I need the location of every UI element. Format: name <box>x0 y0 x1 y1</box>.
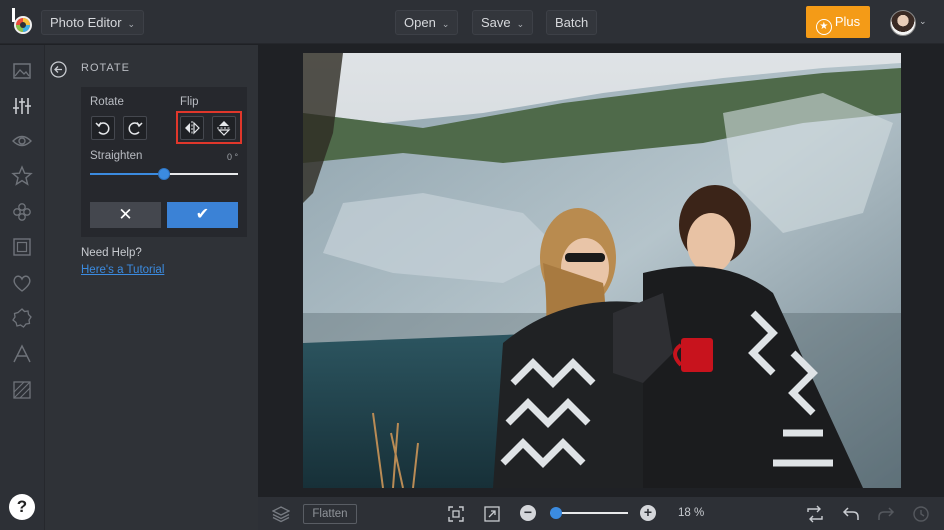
text-icon[interactable] <box>11 343 33 365</box>
tool-rail <box>0 45 45 530</box>
open-label: Open <box>404 15 436 30</box>
sliders-icon[interactable] <box>11 95 33 117</box>
history-icon[interactable] <box>912 505 930 523</box>
batch-button[interactable]: Batch <box>546 10 598 35</box>
befunky-logo-icon[interactable] <box>10 8 36 36</box>
zoom-slider-knob[interactable] <box>550 507 562 519</box>
cancel-button[interactable]: ✕ <box>90 202 161 228</box>
back-arrow-icon[interactable] <box>50 61 67 78</box>
texture-icon[interactable] <box>11 379 33 401</box>
eye-icon[interactable] <box>11 130 33 152</box>
photo-image[interactable] <box>303 53 901 488</box>
straighten-slider-knob[interactable] <box>158 168 170 180</box>
photo-editor-app: Photo Editor ⌄ Open ⌄ Save ⌄ Batch ★ Plus ⌄ <box>0 0 944 530</box>
batch-label: Batch <box>555 15 589 30</box>
plus-label: Plus <box>834 14 861 29</box>
flower-icon[interactable] <box>11 201 33 223</box>
image-icon[interactable] <box>11 60 33 82</box>
rotate-label: Rotate <box>90 96 124 108</box>
app-switcher-label: Photo Editor <box>50 15 122 30</box>
chevron-down-icon[interactable]: ⌄ <box>919 16 927 27</box>
zoom-level: 18 % <box>678 507 705 519</box>
save-label: Save <box>481 15 511 30</box>
chevron-down-icon: ⌄ <box>127 19 136 29</box>
star-icon[interactable] <box>11 165 33 187</box>
chevron-down-icon: ⌄ <box>441 19 450 29</box>
undo-icon[interactable] <box>842 505 860 523</box>
heart-icon[interactable] <box>11 272 33 294</box>
expand-icon[interactable] <box>483 505 501 523</box>
app-switcher-dropdown[interactable]: Photo Editor ⌄ <box>41 10 145 35</box>
star-icon: ★ <box>815 19 832 35</box>
rotate-right-button[interactable] <box>123 116 147 140</box>
flip-label: Flip <box>180 96 199 108</box>
zoom-out-button[interactable]: − <box>520 505 536 521</box>
panel-title: ROTATE <box>81 62 130 74</box>
frame-icon[interactable] <box>11 236 33 258</box>
layers-icon[interactable] <box>271 505 291 523</box>
plus-upgrade-button[interactable]: ★ Plus <box>806 6 870 38</box>
zoom-in-button[interactable]: + <box>640 505 656 521</box>
badge-icon[interactable] <box>11 307 33 329</box>
top-bar: Photo Editor ⌄ Open ⌄ Save ⌄ Batch ★ Plus ⌄ <box>0 0 944 44</box>
need-help-text: Need Help? <box>81 247 142 259</box>
straighten-slider-fill <box>90 173 164 175</box>
rotate-left-button[interactable] <box>91 116 115 140</box>
straighten-value: 0 ° <box>227 152 239 162</box>
avatar[interactable] <box>890 10 916 36</box>
help-button[interactable]: ? <box>9 494 35 520</box>
straighten-label: Straighten <box>90 150 143 162</box>
flip-buttons-highlight <box>176 111 242 144</box>
open-dropdown[interactable]: Open ⌄ <box>395 10 459 35</box>
save-dropdown[interactable]: Save ⌄ <box>472 10 534 35</box>
fit-to-screen-icon[interactable] <box>447 505 465 523</box>
chevron-down-icon: ⌄ <box>516 19 525 29</box>
tutorial-link[interactable]: Here's a Tutorial <box>81 264 164 276</box>
apply-button[interactable]: ✔ <box>167 202 238 228</box>
redo-icon[interactable] <box>877 505 895 523</box>
compare-icon[interactable] <box>806 505 824 523</box>
flatten-button[interactable]: Flatten <box>303 504 357 524</box>
